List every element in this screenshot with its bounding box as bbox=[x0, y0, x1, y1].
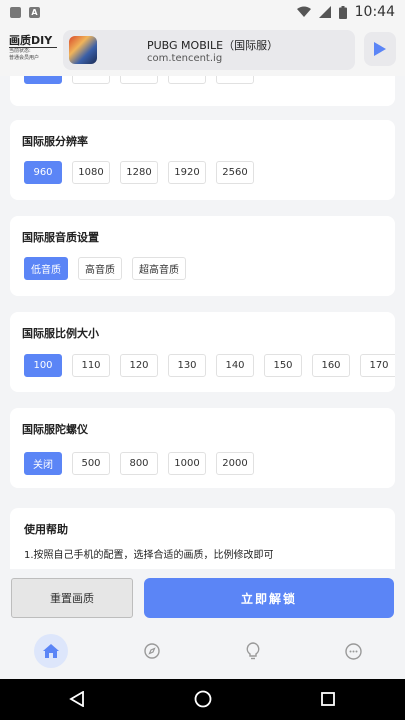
option-chip[interactable]: 低音质 bbox=[24, 257, 68, 280]
app-notification-icon: A bbox=[29, 6, 40, 18]
settings-card-fps bbox=[10, 76, 395, 106]
settings-card-ratio: 国际服比例大小 100 110 120 130 140 150 160 170 bbox=[10, 312, 395, 392]
game-icon bbox=[69, 36, 97, 64]
wifi-icon bbox=[296, 6, 311, 17]
game-title: PUBG MOBILE（国际服） bbox=[147, 39, 279, 52]
help-title: 使用帮助 bbox=[24, 523, 68, 536]
section-title: 国际服比例大小 bbox=[22, 327, 99, 340]
nav-discover[interactable] bbox=[135, 634, 169, 668]
settings-scroll[interactable]: 国际服分辨率 960 1080 1280 1920 2560 国际服音质设置 低… bbox=[0, 76, 405, 569]
help-text: 1.按照自己手机的配置，选择合适的画质，比例修改即可 bbox=[24, 550, 274, 561]
bottom-nav bbox=[0, 629, 405, 679]
option-chip[interactable] bbox=[72, 76, 110, 84]
unlock-now-button[interactable]: 立即解锁 bbox=[144, 578, 394, 618]
option-chip[interactable]: 150 bbox=[264, 354, 302, 377]
settings-card-resolution: 国际服分辨率 960 1080 1280 1920 2560 bbox=[10, 120, 395, 200]
more-icon bbox=[344, 642, 362, 660]
status-bar: A 10:44 bbox=[0, 0, 405, 24]
option-chip[interactable]: 160 bbox=[312, 354, 350, 377]
battery-icon bbox=[338, 5, 347, 19]
option-chip[interactable]: 800 bbox=[120, 452, 158, 475]
system-nav-bar bbox=[0, 679, 405, 720]
section-title: 国际服音质设置 bbox=[22, 231, 99, 244]
section-title: 国际服分辨率 bbox=[22, 135, 88, 148]
launch-game-button[interactable] bbox=[364, 32, 396, 66]
brand-status-value: 普通会员用户 bbox=[9, 55, 40, 61]
option-chip[interactable]: 140 bbox=[216, 354, 254, 377]
option-chip[interactable]: 1920 bbox=[168, 161, 206, 184]
option-chip[interactable]: 120 bbox=[120, 354, 158, 377]
bulb-icon bbox=[246, 642, 260, 660]
option-chip[interactable]: 2560 bbox=[216, 161, 254, 184]
settings-card-gyro: 国际服陀螺仪 关闭 500 800 1000 2000 bbox=[10, 408, 395, 488]
nav-more[interactable] bbox=[336, 634, 370, 668]
clock: 10:44 bbox=[354, 4, 395, 20]
game-package: com.tencent.ig bbox=[147, 53, 223, 64]
settings-card-audio: 国际服音质设置 低音质 高音质 超高音质 bbox=[10, 216, 395, 296]
option-chip[interactable]: 960 bbox=[24, 161, 62, 184]
brand-status-label: 当前状态: bbox=[9, 48, 31, 54]
option-chip[interactable]: 1080 bbox=[72, 161, 110, 184]
nav-home[interactable] bbox=[34, 634, 68, 668]
section-title: 国际服陀螺仪 bbox=[22, 423, 88, 436]
home-circle-icon[interactable] bbox=[194, 690, 212, 708]
option-chip[interactable]: 110 bbox=[72, 354, 110, 377]
option-chip[interactable]: 1000 bbox=[168, 452, 206, 475]
recents-icon[interactable] bbox=[321, 692, 335, 706]
option-chip[interactable] bbox=[216, 76, 254, 84]
home-icon bbox=[43, 644, 59, 658]
play-icon bbox=[374, 42, 386, 56]
option-chip[interactable]: 高音质 bbox=[78, 257, 122, 280]
option-chip[interactable] bbox=[24, 76, 62, 84]
signal-icon bbox=[318, 6, 331, 18]
option-chip[interactable]: 关闭 bbox=[24, 452, 62, 475]
option-chip[interactable]: 2000 bbox=[216, 452, 254, 475]
option-chip[interactable]: 130 bbox=[168, 354, 206, 377]
reset-quality-button[interactable]: 重置画质 bbox=[11, 578, 133, 618]
option-chip[interactable]: 100 bbox=[24, 354, 62, 377]
nav-tips[interactable] bbox=[236, 634, 270, 668]
brand: 画质DIY 当前状态: 普通会员用户 bbox=[9, 34, 57, 62]
back-icon[interactable] bbox=[69, 691, 85, 707]
action-bar: 重置画质 立即解锁 bbox=[0, 569, 405, 629]
game-selector[interactable]: PUBG MOBILE（国际服） com.tencent.ig bbox=[63, 30, 355, 70]
compass-icon bbox=[144, 643, 160, 659]
help-card: 使用帮助 1.按照自己手机的配置，选择合适的画质，比例修改即可 bbox=[10, 508, 395, 569]
option-chip[interactable]: 500 bbox=[72, 452, 110, 475]
brand-title: 画质DIY bbox=[9, 34, 57, 48]
option-chip[interactable]: 1280 bbox=[120, 161, 158, 184]
notification-icon bbox=[10, 6, 21, 18]
option-chip[interactable] bbox=[120, 76, 158, 84]
notification-icons: A bbox=[10, 6, 40, 18]
option-chip[interactable]: 170 bbox=[360, 354, 395, 377]
app-header: 画质DIY 当前状态: 普通会员用户 PUBG MOBILE（国际服） com.… bbox=[0, 24, 405, 76]
option-chip[interactable] bbox=[168, 76, 206, 84]
option-chip[interactable]: 超高音质 bbox=[132, 257, 186, 280]
